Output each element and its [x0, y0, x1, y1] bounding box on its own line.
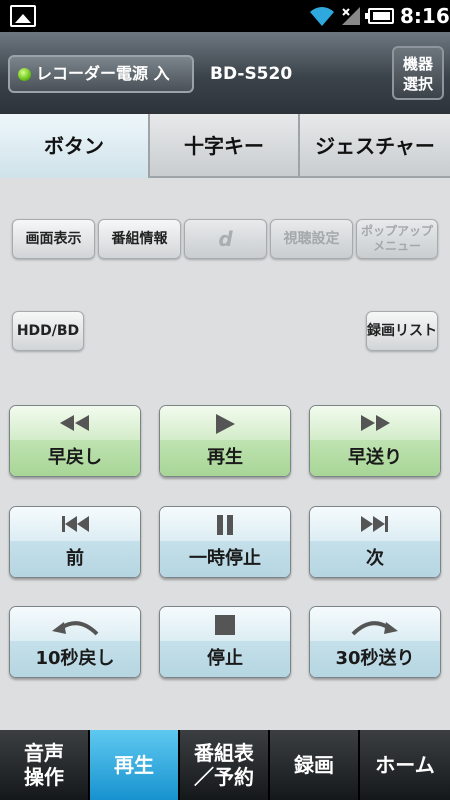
nav-play[interactable]: 再生	[90, 730, 180, 800]
screen-display-button[interactable]: 画面表示	[12, 219, 95, 259]
d-button-label: d	[218, 227, 233, 251]
nav-recording[interactable]: 録画	[270, 730, 360, 800]
wifi-icon	[310, 7, 334, 26]
rewind-label: 早戻し	[10, 440, 140, 476]
skip-forward-30s-button[interactable]: 30秒送り	[309, 606, 441, 678]
image-notification-icon	[10, 5, 36, 27]
tab-cross-key[interactable]: 十字キー	[150, 114, 300, 178]
power-led-icon	[18, 68, 31, 81]
skip-next-icon	[361, 516, 388, 532]
viewing-settings-button[interactable]: 視聴設定	[270, 219, 353, 259]
d-button[interactable]: d	[184, 219, 267, 259]
next-label: 次	[310, 541, 440, 577]
fast-forward-button[interactable]: 早送り	[309, 405, 441, 477]
battery-icon	[365, 8, 394, 24]
nav-epg-reservation[interactable]: 番組表 ／予約	[180, 730, 270, 800]
stop-label: 停止	[160, 641, 290, 677]
status-bar: 8:16	[0, 0, 450, 32]
play-icon	[216, 414, 235, 434]
recorder-power-label: レコーダー電源 入	[36, 64, 170, 83]
rewind-button[interactable]: 早戻し	[9, 405, 141, 477]
nav-home[interactable]: ホーム	[360, 730, 450, 800]
pause-label: 一時停止	[160, 541, 290, 577]
skip-forward-label: 30秒送り	[310, 641, 440, 677]
program-info-button[interactable]: 番組情報	[98, 219, 181, 259]
forward-arc-icon	[351, 621, 398, 636]
nav-voice-label-1: 音声	[24, 741, 64, 765]
skip-back-label: 10秒戻し	[10, 641, 140, 677]
pause-icon	[217, 515, 233, 535]
replay-arc-icon	[52, 621, 99, 636]
clock: 8:16	[400, 4, 450, 28]
stop-icon	[215, 615, 235, 635]
bottom-nav: 音声 操作 再生 番組表 ／予約 録画 ホーム	[0, 730, 450, 800]
popup-menu-button[interactable]: ポップアップ メニュー	[356, 219, 438, 259]
header: レコーダー電源 入 BD-S520 機器 選択	[0, 32, 450, 114]
skip-back-10s-button[interactable]: 10秒戻し	[9, 606, 141, 678]
tab-gesture[interactable]: ジェスチャー	[300, 114, 450, 178]
recorder-power-button[interactable]: レコーダー電源 入	[8, 55, 194, 93]
device-select-label-1: 機器	[402, 55, 433, 73]
popup-menu-label-1: ポップアップ	[360, 224, 433, 238]
previous-button[interactable]: 前	[9, 506, 141, 578]
tab-buttons[interactable]: ボタン	[0, 114, 150, 178]
next-button[interactable]: 次	[309, 506, 441, 578]
play-button[interactable]: 再生	[159, 405, 291, 477]
nav-voice-control[interactable]: 音声 操作	[0, 730, 90, 800]
device-select-label-2: 選択	[402, 75, 433, 93]
nav-epg-label-2: ／予約	[194, 765, 254, 789]
fast-forward-icon	[361, 415, 390, 431]
fast-forward-label: 早送り	[310, 440, 440, 476]
stop-button[interactable]: 停止	[159, 606, 291, 678]
popup-menu-label-2: メニュー	[372, 239, 421, 253]
play-label: 再生	[160, 440, 290, 476]
skip-previous-icon	[62, 516, 89, 532]
nav-epg-label-1: 番組表	[194, 741, 254, 765]
rewind-icon	[60, 415, 89, 431]
model-name: BD-S520	[210, 64, 293, 84]
pause-button[interactable]: 一時停止	[159, 506, 291, 578]
tab-bar: ボタン 十字キー ジェスチャー	[0, 114, 450, 178]
device-select-button[interactable]: 機器 選択	[392, 46, 444, 100]
nav-voice-label-2: 操作	[24, 765, 64, 789]
signal-icon	[342, 7, 360, 25]
previous-label: 前	[10, 541, 140, 577]
hdd-bd-button[interactable]: HDD/BD	[12, 311, 84, 351]
recording-list-button[interactable]: 録画リスト	[366, 311, 438, 351]
